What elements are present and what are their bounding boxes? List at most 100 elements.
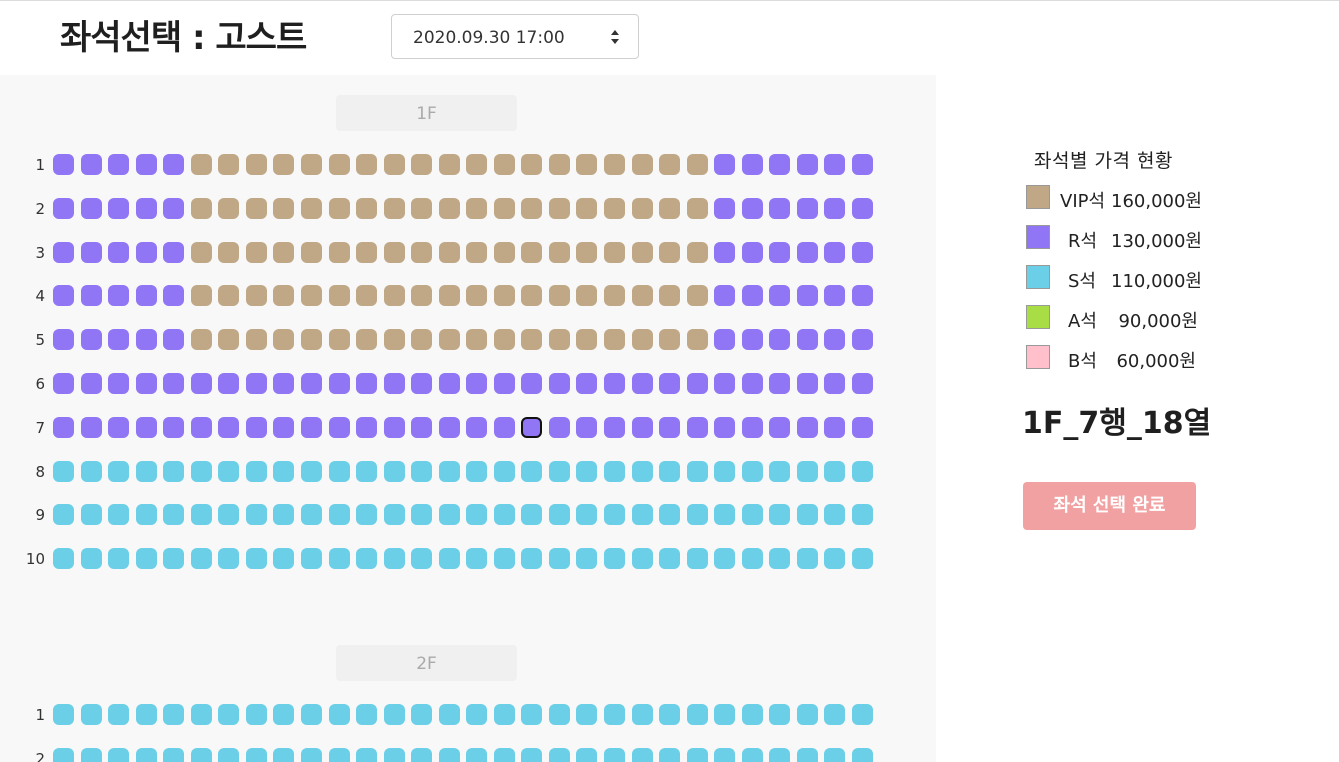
performance-date-select[interactable]: 2020.09.30 17:00 <box>391 14 639 59</box>
seat[interactable] <box>604 329 625 351</box>
seat[interactable] <box>273 197 295 219</box>
seat[interactable] <box>108 504 130 526</box>
seat[interactable] <box>190 329 212 351</box>
seat[interactable] <box>686 154 708 175</box>
seat[interactable] <box>245 285 267 307</box>
seat[interactable] <box>824 504 846 526</box>
seat[interactable] <box>300 241 322 263</box>
seat[interactable] <box>80 548 102 570</box>
seat[interactable] <box>631 548 653 570</box>
seat[interactable] <box>521 704 543 725</box>
seat[interactable] <box>356 460 378 482</box>
seat[interactable] <box>218 416 240 438</box>
seat[interactable] <box>493 416 515 438</box>
seat[interactable] <box>521 460 543 482</box>
seat[interactable] <box>631 416 653 438</box>
seat[interactable] <box>383 504 405 526</box>
seat[interactable] <box>493 285 515 307</box>
seat[interactable] <box>824 373 846 394</box>
seat[interactable] <box>714 460 736 482</box>
seat[interactable] <box>53 704 74 725</box>
seat[interactable] <box>548 285 570 307</box>
seat[interactable] <box>824 329 846 351</box>
seat[interactable] <box>135 747 157 762</box>
seat[interactable] <box>328 154 350 175</box>
seat[interactable] <box>796 504 818 526</box>
seat[interactable] <box>824 154 846 175</box>
seat[interactable] <box>411 154 433 175</box>
seat[interactable] <box>769 154 791 175</box>
seat[interactable] <box>631 373 653 394</box>
seat[interactable] <box>576 241 598 263</box>
seat[interactable] <box>356 241 378 263</box>
seat[interactable] <box>769 747 791 762</box>
seat[interactable] <box>356 548 378 570</box>
seat[interactable] <box>190 241 212 263</box>
seat[interactable] <box>80 416 102 438</box>
seat[interactable] <box>493 241 515 263</box>
seat[interactable] <box>576 747 598 762</box>
seat[interactable] <box>245 416 267 438</box>
seat[interactable] <box>631 241 653 263</box>
seat[interactable] <box>300 747 322 762</box>
seat[interactable] <box>328 241 350 263</box>
seat[interactable] <box>53 548 74 570</box>
seat[interactable] <box>135 460 157 482</box>
seat[interactable] <box>796 704 818 725</box>
seat[interactable] <box>686 548 708 570</box>
seat[interactable] <box>576 197 598 219</box>
seat[interactable] <box>851 416 873 438</box>
seat[interactable] <box>769 373 791 394</box>
seat[interactable] <box>824 197 846 219</box>
seat[interactable] <box>686 197 708 219</box>
seat[interactable] <box>741 241 763 263</box>
seat[interactable] <box>796 416 818 438</box>
seat[interactable] <box>714 154 736 175</box>
seat[interactable] <box>466 504 488 526</box>
seat[interactable] <box>245 373 267 394</box>
seat[interactable] <box>659 704 681 725</box>
seat[interactable] <box>190 416 212 438</box>
seat[interactable] <box>548 460 570 482</box>
seat[interactable] <box>659 241 681 263</box>
seat[interactable] <box>80 285 102 307</box>
seat[interactable] <box>769 504 791 526</box>
seat[interactable] <box>769 704 791 725</box>
seat[interactable] <box>328 416 350 438</box>
seat[interactable] <box>493 548 515 570</box>
seat[interactable] <box>466 154 488 175</box>
seat[interactable] <box>493 329 515 351</box>
seat[interactable] <box>576 285 598 307</box>
seat[interactable] <box>686 241 708 263</box>
seat[interactable] <box>218 154 240 175</box>
seat[interactable] <box>328 373 350 394</box>
seat[interactable] <box>245 704 267 725</box>
seat[interactable] <box>466 704 488 725</box>
seat[interactable] <box>466 197 488 219</box>
seat[interactable] <box>686 373 708 394</box>
seat[interactable] <box>438 747 460 762</box>
seat[interactable] <box>300 329 322 351</box>
seat[interactable] <box>53 197 74 219</box>
seat[interactable] <box>741 373 763 394</box>
seat[interactable] <box>548 241 570 263</box>
seat[interactable] <box>411 285 433 307</box>
seat[interactable] <box>741 548 763 570</box>
seat[interactable] <box>493 704 515 725</box>
seat[interactable] <box>466 373 488 394</box>
seat[interactable] <box>438 329 460 351</box>
seat[interactable] <box>493 197 515 219</box>
seat[interactable] <box>548 504 570 526</box>
seat[interactable] <box>438 154 460 175</box>
seat[interactable] <box>851 241 873 263</box>
seat[interactable] <box>383 197 405 219</box>
seat[interactable] <box>521 197 543 219</box>
seat[interactable] <box>245 548 267 570</box>
seat[interactable] <box>521 504 543 526</box>
seat[interactable] <box>163 197 185 219</box>
seat[interactable] <box>190 504 212 526</box>
seat[interactable] <box>108 416 130 438</box>
seat[interactable] <box>851 548 873 570</box>
seat[interactable] <box>631 704 653 725</box>
seat[interactable] <box>135 329 157 351</box>
